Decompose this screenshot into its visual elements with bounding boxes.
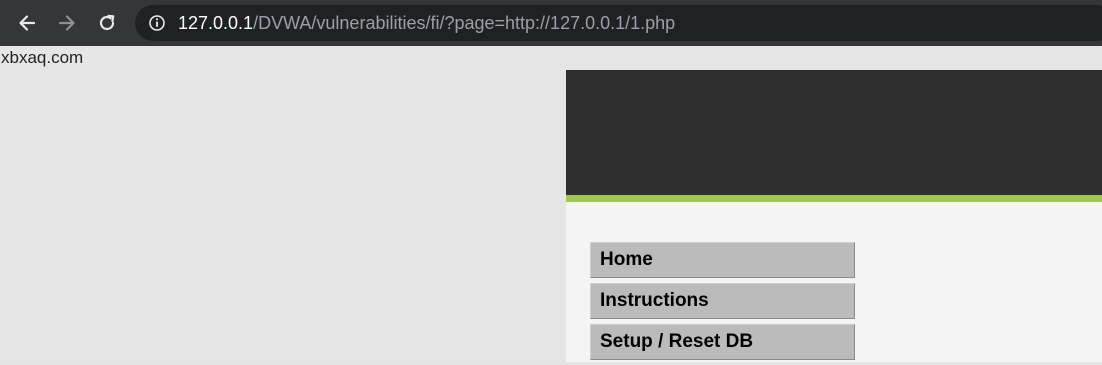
back-button[interactable]	[11, 7, 43, 39]
page-content: xbxaq.com Home Instructions Setup / Rese…	[0, 46, 1102, 362]
browser-toolbar: 127.0.0.1/DVWA/vulnerabilities/fi/?page=…	[0, 0, 1102, 46]
menu-item-instructions[interactable]: Instructions	[590, 283, 855, 319]
dvwa-header-accent-bar	[566, 195, 1102, 202]
arrow-right-icon	[58, 15, 75, 31]
url-path: /DVWA/vulnerabilities/fi/?page=http://12…	[253, 13, 676, 33]
address-bar[interactable]: 127.0.0.1/DVWA/vulnerabilities/fi/?page=…	[135, 5, 1102, 41]
url-text[interactable]: 127.0.0.1/DVWA/vulnerabilities/fi/?page=…	[178, 5, 675, 41]
forward-button[interactable]	[51, 7, 83, 39]
included-file-output: xbxaq.com	[1, 48, 84, 67]
menu-item-setup-reset-db[interactable]: Setup / Reset DB	[590, 324, 855, 360]
menu-item-home[interactable]: Home	[590, 242, 855, 278]
dvwa-header	[566, 70, 1102, 195]
url-host: 127.0.0.1	[178, 13, 254, 33]
main-menu: Home Instructions Setup / Reset DB	[590, 242, 855, 365]
arrow-left-icon	[19, 15, 36, 31]
reload-icon	[99, 14, 115, 31]
dvwa-container: Home Instructions Setup / Reset DB	[566, 70, 1102, 362]
reload-button[interactable]	[91, 7, 123, 39]
info-icon[interactable]	[147, 13, 167, 33]
